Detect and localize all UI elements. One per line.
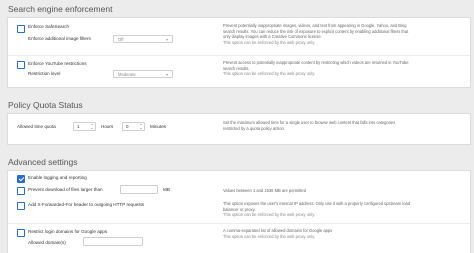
hours-label: Hours <box>101 124 114 129</box>
image-filters-select[interactable]: Off <box>113 35 173 43</box>
prevent-download-label: Prevent download of files larger than <box>28 187 103 192</box>
google-apps-desc-text: A comma-separated list of allowed domain… <box>223 228 333 233</box>
quota-description: Set the maximum allowed time for a singl… <box>223 120 396 131</box>
google-apps-description: A comma-separated list of allowed domain… <box>223 228 413 239</box>
minutes-value: 0 <box>126 124 129 129</box>
hours-value: 1 <box>77 124 80 129</box>
chevron-down-icon <box>166 73 168 76</box>
allowed-domains-label: Allowed domain(s) <box>28 240 66 245</box>
minutes-label: Minutes <box>150 124 167 129</box>
logging-row: Enable logging and reporting <box>8 171 470 183</box>
prevent-download-row: Prevent download of files larger than MB… <box>8 184 470 198</box>
logging-checkbox[interactable] <box>17 175 25 183</box>
quota-panel: Allowed time quota 1 Hours 0 Minutes Set… <box>7 113 471 145</box>
restrict-google-label: Restrict login domains for Google apps <box>28 229 108 234</box>
allowed-quota-label: Allowed time quota <box>17 124 56 129</box>
xff-description: This option exposes the user's internal … <box>223 201 413 218</box>
max-file-size-input[interactable] <box>120 185 158 194</box>
xff-checkbox[interactable] <box>17 202 25 210</box>
restriction-level-label: Restriction level <box>28 71 61 76</box>
spinner-icon[interactable] <box>140 124 143 129</box>
prevent-download-checkbox[interactable] <box>17 187 25 195</box>
safesearch-description: Prevent potentially inappropriate images… <box>223 23 413 45</box>
hours-input[interactable]: 1 <box>73 122 96 131</box>
advanced-section-title: Advanced settings <box>8 157 78 167</box>
xff-note: This option can be enforced by the web p… <box>223 212 316 218</box>
file-size-description: Values between 1 and 1536 MB are permitt… <box>223 188 306 193</box>
search-engine-section-title: Search engine enforcement <box>8 4 113 14</box>
mb-unit-label: MB <box>163 187 170 192</box>
xff-desc-text: This option exposes the user's internal … <box>223 201 411 212</box>
google-apps-note: This option can be enforced by the web p… <box>223 233 316 239</box>
enforce-safesearch-label: Enforce SafeSearch <box>28 24 70 29</box>
google-apps-row: Restrict login domains for Google apps A… <box>8 224 470 253</box>
enforce-safesearch-checkbox[interactable] <box>17 25 25 33</box>
image-filters-value: Off <box>118 37 124 42</box>
advanced-panel: Enable logging and reporting Prevent dow… <box>7 170 471 253</box>
enforce-youtube-label: Enforce YouTube restrictions <box>28 61 87 66</box>
safesearch-note: This option can be enforced by the web p… <box>223 39 316 45</box>
allowed-domains-input[interactable] <box>83 237 143 246</box>
enforce-youtube-checkbox[interactable] <box>17 61 25 69</box>
image-filters-label: Enforce additional image filters <box>28 36 91 41</box>
chevron-down-icon <box>166 38 168 41</box>
youtube-description: Prevent access to potentially inappropri… <box>223 60 413 77</box>
xff-label: Add X-Forwarded-For header to outgoing H… <box>28 202 145 207</box>
spinner-icon[interactable] <box>91 124 94 129</box>
search-engine-panel: Enforce SafeSearch Enforce additional im… <box>7 17 471 88</box>
xff-row: Add X-Forwarded-For header to outgoing H… <box>8 198 470 224</box>
restrict-google-checkbox[interactable] <box>17 229 25 237</box>
youtube-desc-text: Prevent access to potentially inappropri… <box>223 60 409 71</box>
minutes-input[interactable]: 0 <box>122 122 145 131</box>
restriction-level-select[interactable]: Moderate <box>113 70 173 78</box>
restriction-level-value: Moderate <box>118 72 136 77</box>
logging-label: Enable logging and reporting <box>28 175 87 180</box>
safesearch-row: Enforce SafeSearch Enforce additional im… <box>8 18 470 56</box>
youtube-note: This option can be enforced by the web p… <box>223 71 316 77</box>
quota-section-title: Policy Quota Status <box>8 100 83 110</box>
safesearch-desc-text: Prevent potentially inappropriate images… <box>223 23 409 40</box>
youtube-row: Enforce YouTube restrictions Restriction… <box>8 56 470 87</box>
